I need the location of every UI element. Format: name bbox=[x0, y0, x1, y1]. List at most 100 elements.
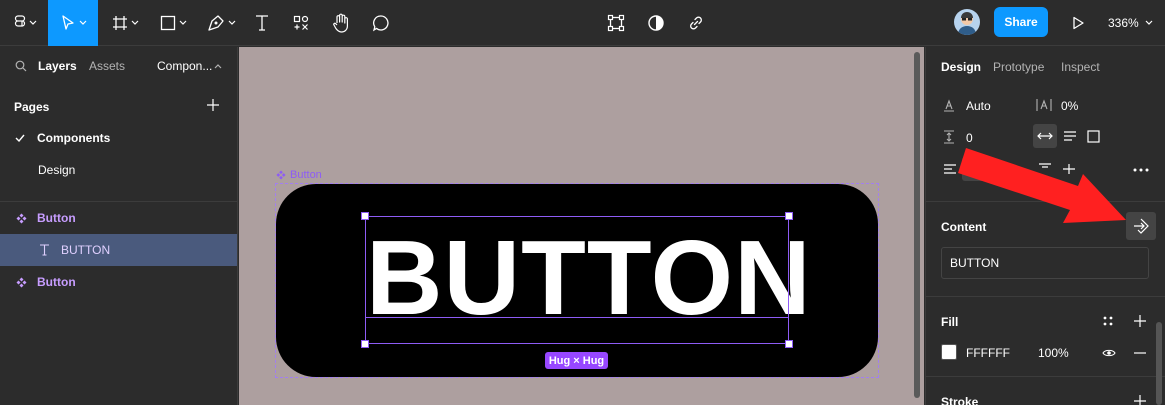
auto-height-icon[interactable] bbox=[1063, 131, 1077, 143]
layer-item-label: Button bbox=[37, 211, 76, 225]
add-fill-icon[interactable] bbox=[1134, 315, 1146, 327]
comment-tool-button[interactable] bbox=[368, 0, 394, 46]
fixed-size-icon[interactable] bbox=[1087, 130, 1100, 143]
zoom-label: 336% bbox=[1108, 16, 1139, 30]
line-height-icon bbox=[944, 99, 954, 112]
frame-label[interactable]: Button bbox=[276, 169, 322, 181]
chevron-down-icon bbox=[228, 20, 235, 25]
resize-handle-top-right[interactable] bbox=[785, 212, 793, 220]
canvas-scrollbar[interactable] bbox=[914, 52, 920, 398]
tab-components-page[interactable]: Compon... bbox=[157, 59, 212, 73]
tab-design[interactable]: Design bbox=[941, 60, 981, 74]
chevron-down-icon bbox=[79, 20, 86, 25]
shape-tool-button[interactable] bbox=[154, 0, 192, 46]
resize-handle-bottom-right[interactable] bbox=[785, 340, 793, 348]
section-divider bbox=[926, 201, 1165, 202]
chevron-down-icon bbox=[1145, 20, 1153, 25]
styles-grid-icon[interactable] bbox=[1102, 315, 1114, 327]
play-icon bbox=[1073, 16, 1084, 30]
tab-inspect[interactable]: Inspect bbox=[1061, 60, 1100, 74]
align-center-button[interactable] bbox=[962, 157, 986, 181]
paragraph-spacing-value[interactable]: 0 bbox=[966, 131, 973, 145]
component-edit-button[interactable] bbox=[604, 0, 628, 46]
left-panel: Layers Assets Compon... Pages Components… bbox=[0, 47, 238, 405]
component-property-icon bbox=[1134, 218, 1149, 234]
avatar-icon bbox=[958, 12, 976, 35]
frame-tool-button[interactable] bbox=[106, 0, 144, 46]
more-options-icon[interactable] bbox=[1133, 168, 1149, 172]
align-right-icon[interactable] bbox=[992, 163, 1006, 175]
hug-size-tag: Hug × Hug bbox=[545, 352, 608, 369]
letter-spacing-value[interactable]: 0% bbox=[1061, 99, 1078, 113]
figma-logo-icon bbox=[14, 15, 25, 27]
resources-button[interactable] bbox=[288, 0, 314, 46]
search-icon[interactable] bbox=[15, 60, 27, 72]
auto-width-button[interactable] bbox=[1033, 124, 1057, 148]
component-icon bbox=[16, 213, 27, 223]
auto-width-icon bbox=[1037, 132, 1053, 140]
contrast-icon bbox=[648, 15, 664, 31]
frame-icon bbox=[112, 16, 127, 30]
align-center-icon bbox=[968, 164, 980, 174]
text-icon bbox=[256, 15, 268, 31]
add-stroke-icon[interactable] bbox=[1134, 395, 1146, 405]
user-avatar[interactable] bbox=[954, 9, 980, 35]
component-icon bbox=[276, 170, 286, 180]
fill-section-title: Fill bbox=[941, 315, 959, 329]
hand-tool-button[interactable] bbox=[328, 0, 354, 46]
align-top-icon[interactable] bbox=[1038, 163, 1052, 175]
chevron-down-icon bbox=[131, 20, 138, 25]
layer-item-button-2[interactable]: Button bbox=[0, 266, 237, 298]
text-baseline bbox=[365, 317, 789, 318]
layer-item-button[interactable]: Button bbox=[0, 202, 237, 234]
present-button[interactable] bbox=[1066, 0, 1090, 46]
text-tool-button[interactable] bbox=[250, 0, 274, 46]
move-tool-button[interactable] bbox=[48, 0, 98, 46]
apply-content-property-button[interactable] bbox=[1126, 212, 1156, 240]
right-panel-scrollbar[interactable] bbox=[1156, 322, 1162, 405]
pen-tool-button[interactable] bbox=[202, 0, 240, 46]
resize-handle-bottom-left[interactable] bbox=[361, 340, 369, 348]
resize-handle-top-left[interactable] bbox=[361, 212, 369, 220]
top-toolbar: Share 336% bbox=[0, 0, 1165, 46]
remove-fill-icon[interactable] bbox=[1134, 352, 1146, 354]
tab-assets[interactable]: Assets bbox=[89, 59, 125, 73]
content-section-title: Content bbox=[941, 220, 987, 234]
content-text-field[interactable]: BUTTON bbox=[941, 247, 1149, 279]
zoom-control[interactable]: 336% bbox=[1108, 0, 1153, 46]
left-panel-tabs: Layers Assets Compon... bbox=[0, 47, 238, 85]
section-divider bbox=[926, 376, 1165, 377]
fill-hex-value[interactable]: FFFFFF bbox=[966, 346, 1010, 360]
resources-icon bbox=[293, 15, 309, 30]
share-button[interactable]: Share bbox=[994, 7, 1048, 37]
link-button[interactable] bbox=[684, 0, 708, 46]
fill-opacity-value[interactable]: 100% bbox=[1038, 346, 1069, 360]
visibility-eye-icon[interactable] bbox=[1102, 348, 1116, 358]
contrast-button[interactable] bbox=[644, 0, 668, 46]
chevron-down-icon bbox=[29, 20, 36, 25]
line-height-value[interactable]: Auto bbox=[966, 99, 991, 113]
chevron-down-icon bbox=[179, 20, 186, 25]
fill-color-swatch[interactable] bbox=[941, 344, 957, 360]
frame-label-text: Button bbox=[290, 169, 322, 181]
main-menu-button[interactable] bbox=[8, 0, 42, 46]
layer-item-button-text[interactable]: BUTTON bbox=[0, 234, 237, 266]
edit-object-icon bbox=[607, 14, 625, 32]
cursor-icon bbox=[61, 15, 74, 30]
section-divider bbox=[926, 296, 1165, 297]
pages-title: Pages bbox=[14, 100, 50, 114]
layer-item-label: BUTTON bbox=[61, 243, 111, 257]
paragraph-spacing-icon bbox=[944, 130, 954, 144]
right-panel: Design Prototype Inspect Auto 0% 0 Conte… bbox=[925, 47, 1165, 405]
tab-layers[interactable]: Layers bbox=[38, 59, 77, 73]
align-left-icon[interactable] bbox=[943, 163, 957, 175]
add-page-icon[interactable] bbox=[207, 99, 219, 111]
page-item-design[interactable]: Design bbox=[0, 154, 238, 186]
align-middle-icon[interactable] bbox=[1062, 163, 1076, 175]
link-icon bbox=[690, 16, 702, 30]
layer-item-label: Button bbox=[37, 275, 76, 289]
chevron-up-icon[interactable] bbox=[214, 63, 222, 69]
comment-icon bbox=[372, 15, 389, 32]
tab-prototype[interactable]: Prototype bbox=[993, 60, 1044, 74]
page-item-components[interactable]: Components bbox=[0, 122, 238, 154]
